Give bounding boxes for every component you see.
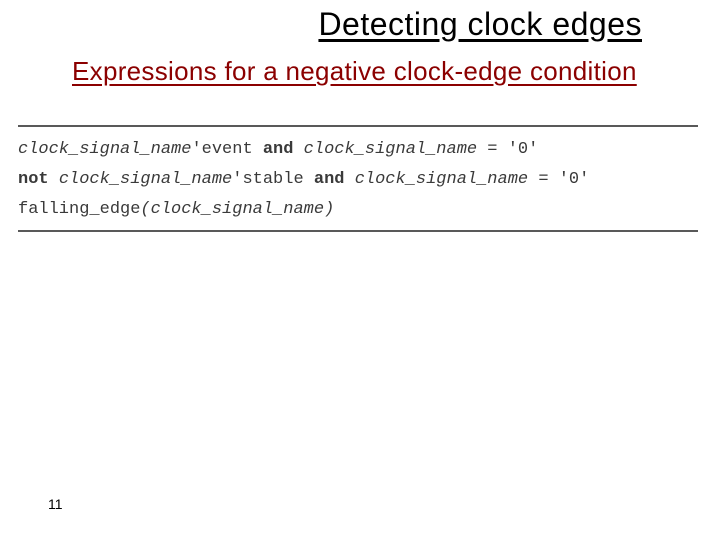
slide: Detecting clock edges Expressions for a … — [0, 0, 720, 540]
code-signal: clock_signal_name — [18, 140, 191, 159]
code-keyword-not: not — [18, 170, 49, 189]
code-keyword-and: and — [263, 140, 294, 159]
code-signal: clock_signal_name — [151, 200, 324, 219]
subtitle: Expressions for a negative clock-edge co… — [72, 56, 680, 87]
code-attr: 'event — [191, 140, 252, 159]
code-line-1: clock_signal_name'event and clock_signal… — [18, 135, 702, 165]
code-signal: clock_signal_name — [304, 140, 477, 159]
code-lines: clock_signal_name'event and clock_signal… — [18, 127, 702, 230]
code-attr: 'stable — [232, 170, 303, 189]
code-block: clock_signal_name'event and clock_signal… — [0, 125, 720, 232]
code-paren-open: ( — [140, 200, 150, 219]
code-line-3: falling_edge(clock_signal_name) — [18, 195, 702, 225]
page-title: Detecting clock edges — [318, 6, 642, 43]
code-line-2: not clock_signal_name'stable and clock_s… — [18, 165, 702, 195]
code-paren-close: ) — [324, 200, 334, 219]
divider-bottom — [18, 230, 698, 232]
page-number: 11 — [48, 496, 63, 512]
code-eq: = '0' — [477, 140, 538, 159]
code-signal: clock_signal_name — [59, 170, 232, 189]
code-eq: = '0' — [528, 170, 589, 189]
code-signal: clock_signal_name — [355, 170, 528, 189]
code-keyword-and: and — [314, 170, 345, 189]
code-fn: falling_edge — [18, 200, 140, 219]
